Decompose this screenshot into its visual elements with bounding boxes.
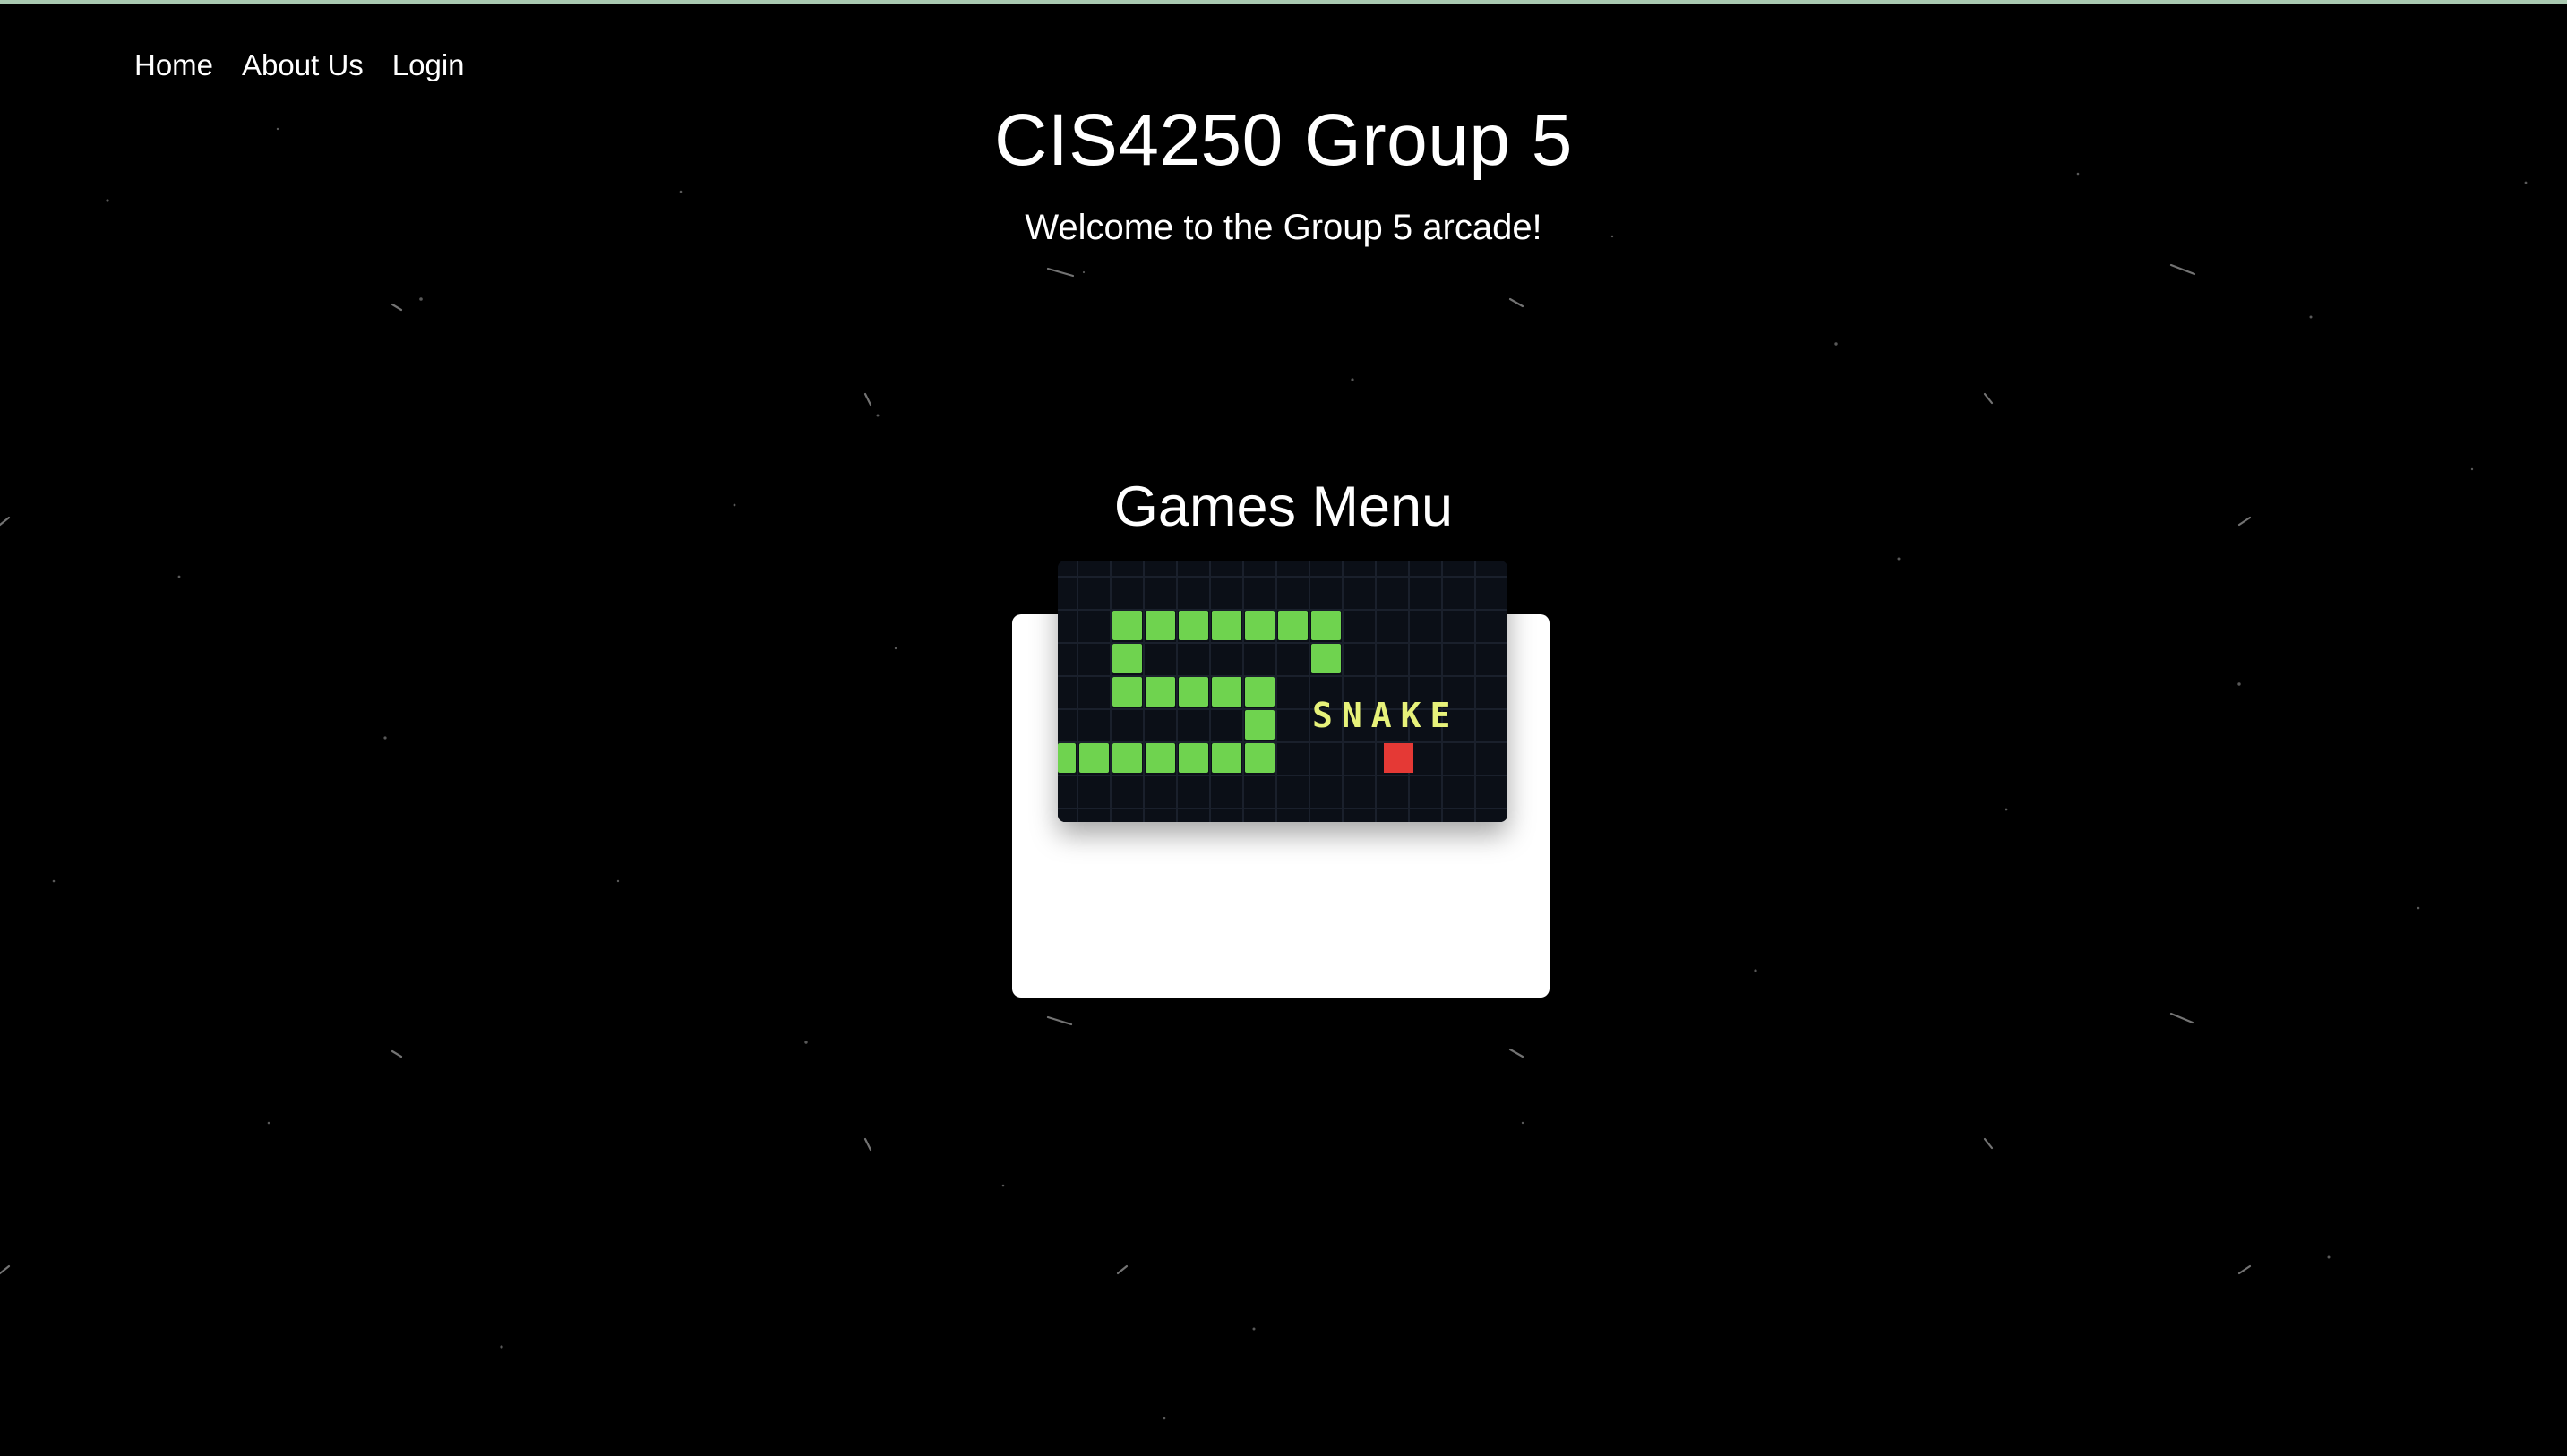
- snake-game-thumbnail[interactable]: SNAKE: [1058, 561, 1507, 822]
- snake-food: [1384, 743, 1413, 773]
- site-subtitle: Welcome to the Group 5 arcade!: [1025, 208, 1542, 247]
- snake-artwork: SNAKE: [1058, 561, 1507, 822]
- nav-link-about-us[interactable]: About Us: [242, 48, 364, 82]
- nav-link-login[interactable]: Login: [392, 48, 465, 82]
- top-navigation: Home About Us Login: [134, 48, 465, 82]
- nav-link-home[interactable]: Home: [134, 48, 213, 82]
- site-title: CIS4250 Group 5: [994, 99, 1573, 181]
- page: Home About Us Login CIS4250 Group 5 Welc…: [0, 0, 2567, 1456]
- snake-title-text: SNAKE: [1312, 696, 1459, 735]
- games-menu-heading: Games Menu: [1113, 475, 1454, 538]
